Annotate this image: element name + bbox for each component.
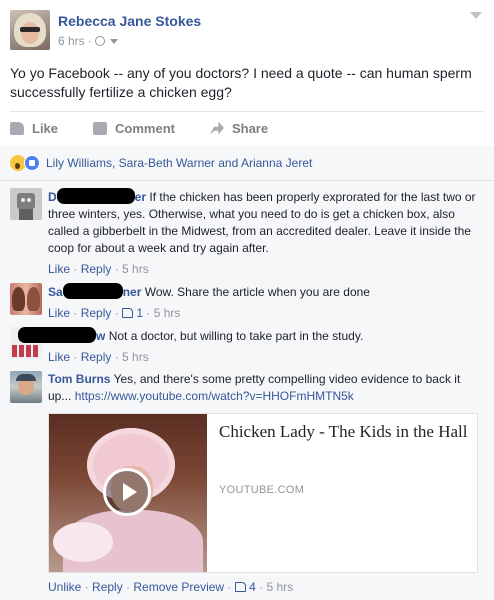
meta-separator: · <box>87 34 92 48</box>
reactions-summary[interactable]: Lily Williams, Sara-Beth Warner and Aria… <box>10 153 312 173</box>
redaction-bar <box>62 283 123 299</box>
comment-time[interactable]: 5 hrs <box>122 350 149 364</box>
audience-globe-icon[interactable] <box>94 36 105 46</box>
commenter-avatar[interactable] <box>10 283 42 315</box>
thumbs-up-icon <box>122 308 134 318</box>
author-name[interactable]: Rebecca Jane Stokes <box>58 13 201 29</box>
comment-body: Tom Burns Yes, and there's some pretty c… <box>48 371 484 405</box>
comment-like-link[interactable]: Like <box>48 306 70 320</box>
comment-body: w Not a doctor, but willing to take part… <box>18 327 484 366</box>
post-options-chevron-icon[interactable] <box>470 12 482 19</box>
like-button[interactable]: Like <box>10 118 58 138</box>
comment-button[interactable]: Comment <box>93 118 175 138</box>
comment-reply-link[interactable]: Reply <box>81 350 112 364</box>
speech-bubble-icon <box>93 121 108 135</box>
comment-like-link[interactable]: Like <box>48 350 70 364</box>
thumbs-up-icon <box>10 121 24 135</box>
comment-label: Comment <box>115 120 175 136</box>
link-preview-card[interactable]: Chicken Lady - The Kids in the Hall YOUT… <box>48 413 478 573</box>
preview-title[interactable]: Chicken Lady - The Kids in the Hall <box>219 422 469 442</box>
video-thumbnail[interactable] <box>49 414 207 572</box>
comment-reply-link[interactable]: Reply <box>81 262 112 276</box>
comment-text: Not a doctor, but willing to take part i… <box>108 329 364 343</box>
post-meta: 6 hrs · <box>58 34 118 48</box>
comment-body: Der If the chicken has been properly exp… <box>48 188 484 278</box>
audience-chevron-down-icon[interactable] <box>109 38 118 44</box>
comment-actions: Like · Reply · 5 hrs <box>48 350 149 364</box>
share-button[interactable]: Share <box>209 118 269 138</box>
post-text: Yo yo Facebook -- any of you doctors? I … <box>10 65 472 100</box>
post-action-bar: Like Comment Share <box>10 118 303 138</box>
commenter-name[interactable]: w <box>18 327 105 343</box>
author-avatar[interactable] <box>10 10 50 50</box>
preview-domain: YOUTUBE.COM <box>219 484 305 496</box>
comment: Sa ner Wow. Share the article when you ar… <box>10 283 486 321</box>
redaction-bar <box>56 188 135 204</box>
divider <box>10 111 484 112</box>
commenter-avatar[interactable] <box>10 371 42 403</box>
comment-reply-link[interactable]: Reply <box>92 580 123 594</box>
share-label: Share <box>231 120 269 136</box>
comment-link[interactable]: https://www.youtube.com/watch?v=HHOFmHMT… <box>75 389 354 403</box>
comment-like-count[interactable]: 1 <box>136 306 143 320</box>
like-label: Like <box>32 120 59 136</box>
comment-actions: Unlike · Reply · Remove Preview · 4 · 5 … <box>48 580 294 594</box>
commenter-name[interactable]: Tom Burns <box>48 372 110 386</box>
comment-like-count[interactable]: 4 <box>249 580 256 594</box>
comment-time[interactable]: 5 hrs <box>266 580 293 594</box>
comment: w Not a doctor, but willing to take part… <box>10 327 486 365</box>
comment-unlike-link[interactable]: Unlike <box>48 580 81 594</box>
commenter-avatar[interactable] <box>10 188 42 220</box>
commenter-name[interactable]: Der <box>48 188 146 204</box>
remove-preview-link[interactable]: Remove Preview <box>133 580 224 594</box>
share-arrow-icon <box>209 121 224 135</box>
comment-reply-link[interactable]: Reply <box>81 306 112 320</box>
comment-text: Wow. Share the article when you are done <box>144 285 370 299</box>
comment-like-link[interactable]: Like <box>48 262 70 276</box>
reaction-names[interactable]: Lily Williams, Sara-Beth Warner and Aria… <box>46 156 312 170</box>
like-reaction-icon <box>24 155 40 171</box>
divider <box>0 180 494 181</box>
facebook-post: Rebecca Jane Stokes 6 hrs · Yo yo Facebo… <box>0 0 494 600</box>
comment-actions: Like · Reply · 5 hrs <box>48 262 149 276</box>
comment-actions: Like · Reply · 1 · 5 hrs <box>48 306 181 320</box>
comment-body: Sa ner Wow. Share the article when you ar… <box>48 283 484 322</box>
redaction-bar <box>18 327 96 343</box>
comment-time[interactable]: 5 hrs <box>154 306 181 320</box>
commenter-name[interactable]: Sa ner <box>48 283 141 299</box>
thumbs-up-icon <box>234 582 246 592</box>
comment: Der If the chicken has been properly exp… <box>10 188 486 276</box>
post-time[interactable]: 6 hrs <box>58 34 85 48</box>
comment-time[interactable]: 5 hrs <box>122 262 149 276</box>
play-icon[interactable] <box>103 468 151 516</box>
